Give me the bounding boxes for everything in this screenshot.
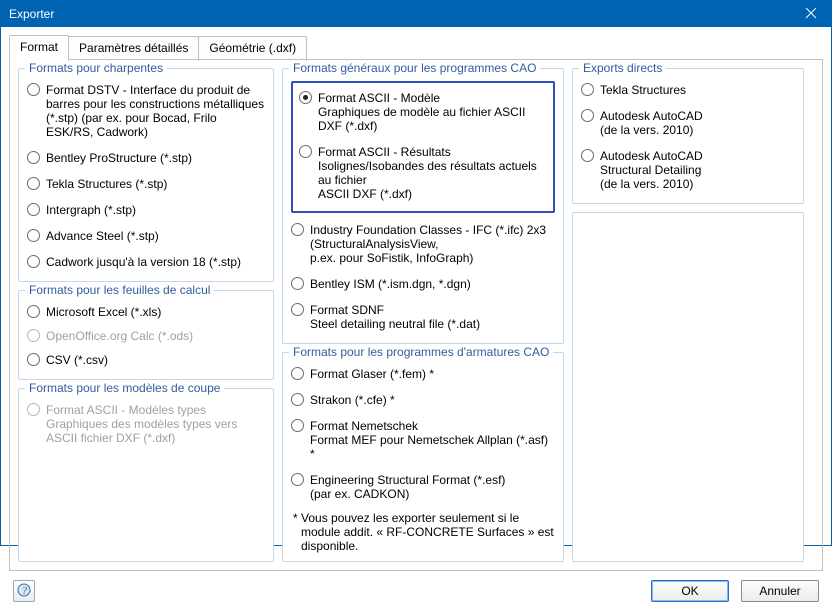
radio-icon (291, 367, 304, 380)
radio-icon (581, 83, 594, 96)
radio-icon (27, 177, 40, 190)
radio-tekla-stp[interactable]: Tekla Structures (*.stp) (27, 177, 265, 191)
radio-icon (291, 419, 304, 432)
armatures-note: * Vous pouvez les exporter seulement si … (291, 511, 555, 553)
radio-icon (27, 229, 40, 242)
svg-text:?: ? (22, 586, 27, 597)
group-feuilles: Formats pour les feuilles de calcul Micr… (18, 290, 274, 380)
close-icon (805, 7, 817, 22)
tab-detailed[interactable]: Paramètres détaillés (68, 36, 199, 61)
radio-icon (291, 223, 304, 236)
radio-autocad[interactable]: Autodesk AutoCAD (de la vers. 2010) (581, 109, 795, 137)
radio-icon (27, 403, 40, 416)
radio-icon (291, 303, 304, 316)
window-title: Exporter (9, 7, 791, 21)
group-empty (572, 212, 804, 562)
radio-sdnf[interactable]: Format SDNF Steel detailing neutral file… (291, 303, 555, 331)
legend-feuilles: Formats pour les feuilles de calcul (25, 283, 214, 297)
tab-format[interactable]: Format (9, 35, 69, 60)
radio-esf[interactable]: Engineering Structural Format (*.esf) (p… (291, 473, 555, 501)
radio-openoffice: OpenOffice.org Calc (*.ods) (27, 329, 265, 343)
radio-cadwork18[interactable]: Cadwork jusqu'à la version 18 (*.stp) (27, 255, 265, 269)
radio-intergraph[interactable]: Intergraph (*.stp) (27, 203, 265, 217)
radio-ascii-resultats[interactable]: Format ASCII - Résultats Isolignes/Isoba… (299, 145, 547, 201)
highlight-ascii-formats: Format ASCII - Modèle Graphiques de modè… (291, 81, 555, 213)
group-exports-directs: Exports directs Tekla Structures Autodes… (572, 68, 804, 204)
close-button[interactable] (791, 1, 831, 27)
radio-dstv[interactable]: Format DSTV - Interface du produit de ba… (27, 83, 265, 139)
help-button[interactable]: ? (13, 580, 35, 602)
radio-icon (299, 145, 312, 158)
radio-ascii-coupe: Format ASCII - Modèles types Graphiques … (27, 403, 265, 445)
radio-advance-steel[interactable]: Advance Steel (*.stp) (27, 229, 265, 243)
radio-icon (581, 109, 594, 122)
radio-ifc[interactable]: Industry Foundation Classes - IFC (*.ifc… (291, 223, 555, 265)
cancel-button[interactable]: Annuler (741, 580, 819, 602)
radio-ascii-modele[interactable]: Format ASCII - Modèle Graphiques de modè… (299, 91, 547, 133)
legend-exports-directs: Exports directs (579, 61, 666, 75)
legend-coupe: Formats pour les modèles de coupe (25, 381, 224, 395)
radio-icon (291, 277, 304, 290)
radio-autocad-sd[interactable]: Autodesk AutoCAD Structural Detailing (d… (581, 149, 795, 191)
radio-icon (299, 91, 312, 104)
radio-icon (27, 83, 40, 96)
bottombar: ? OK Annuler (1, 580, 831, 612)
radio-icon (27, 203, 40, 216)
tabstrip: Format Paramètres détaillés Géométrie (.… (1, 27, 831, 60)
radio-csv[interactable]: CSV (*.csv) (27, 353, 265, 367)
group-coupe: Formats pour les modèles de coupe Format… (18, 388, 274, 562)
titlebar: Exporter (1, 1, 831, 27)
radio-bentley-ism[interactable]: Bentley ISM (*.ism.dgn, *.dgn) (291, 277, 555, 291)
radio-glaser[interactable]: Format Glaser (*.fem) * (291, 367, 555, 381)
radio-icon (291, 393, 304, 406)
help-icon: ? (16, 582, 32, 601)
radio-excel[interactable]: Microsoft Excel (*.xls) (27, 305, 265, 319)
legend-armatures: Formats pour les programmes d'armatures … (289, 345, 553, 359)
group-armatures: Formats pour les programmes d'armatures … (282, 352, 564, 562)
group-charpentes: Formats pour charpentes Format DSTV - In… (18, 68, 274, 282)
radio-bentley-prostructure[interactable]: Bentley ProStructure (*.stp) (27, 151, 265, 165)
radio-icon (291, 473, 304, 486)
group-cao: Formats généraux pour les programmes CAO… (282, 68, 564, 344)
radio-icon (27, 255, 40, 268)
radio-icon (27, 353, 40, 366)
tabpanel-format: Formats pour charpentes Format DSTV - In… (9, 59, 823, 571)
radio-icon (27, 305, 40, 318)
radio-icon (581, 149, 594, 162)
legend-charpentes: Formats pour charpentes (25, 61, 167, 75)
radio-strakon[interactable]: Strakon (*.cfe) * (291, 393, 555, 407)
radio-icon (27, 329, 40, 342)
radio-tekla-direct[interactable]: Tekla Structures (581, 83, 795, 97)
radio-icon (27, 151, 40, 164)
legend-cao: Formats généraux pour les programmes CAO (289, 61, 540, 75)
ok-button[interactable]: OK (651, 580, 729, 602)
radio-nemetschek[interactable]: Format Nemetschek Format MEF pour Nemets… (291, 419, 555, 461)
tab-geometry[interactable]: Géométrie (.dxf) (198, 36, 307, 61)
